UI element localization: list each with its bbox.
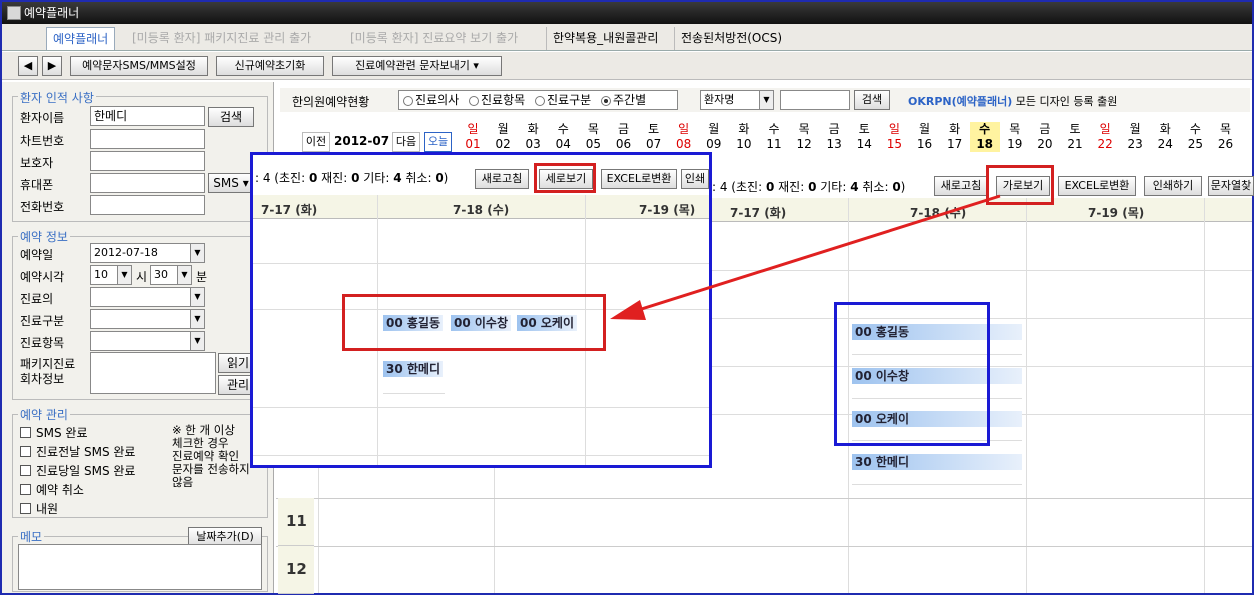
arrow-head [610,300,646,320]
arrow-line [631,194,1001,314]
annotation-arrow [610,194,1001,320]
